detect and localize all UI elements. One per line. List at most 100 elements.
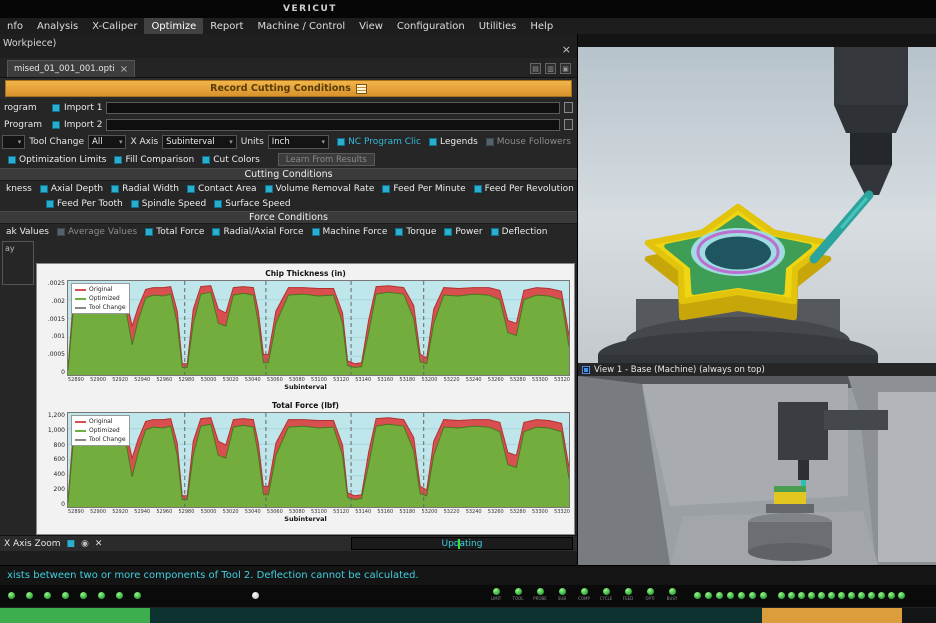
- machine-3d-view[interactable]: [578, 376, 936, 565]
- status-led: [705, 592, 712, 599]
- progress-segment-highlight: [762, 608, 902, 623]
- checkbox-surface-speed[interactable]: Surface Speed: [214, 198, 291, 209]
- checkbox-feed-per-minute[interactable]: Feed Per Minute: [382, 183, 466, 194]
- checkbox-axial-depth[interactable]: Axial Depth: [39, 184, 103, 194]
- close-icon[interactable]: ✕: [95, 539, 103, 549]
- chevron-down-icon: ▾: [321, 138, 326, 146]
- x-axis-dropdown[interactable]: Subinterval ▾: [162, 135, 237, 149]
- checkbox-legends[interactable]: Legends: [429, 137, 478, 147]
- pin-icon[interactable]: ▤: [530, 63, 541, 74]
- cutting-conditions-row-2: Feed Per Tooth Spindle Speed Surface Speed: [0, 196, 577, 211]
- checkbox-mouse-followers[interactable]: Mouse Followers: [485, 137, 571, 147]
- workpiece-3d-view[interactable]: [578, 47, 936, 363]
- close-icon[interactable]: ×: [562, 43, 571, 56]
- y-tick-label: 1,000: [47, 426, 65, 434]
- menu-help[interactable]: Help: [523, 18, 560, 34]
- menu-x-caliper[interactable]: X-Caliper: [85, 18, 144, 34]
- chevron-down-icon: ▾: [229, 138, 233, 146]
- menu-report[interactable]: Report: [203, 18, 250, 34]
- chart-title: Total Force (lbf): [272, 401, 339, 410]
- checkbox-total-force[interactable]: Total Force: [145, 227, 204, 237]
- checkbox-volume-removal-rate[interactable]: Volume Removal Rate: [264, 184, 374, 194]
- checkbox-radial-width[interactable]: Radial Width: [111, 184, 179, 194]
- settings-icon[interactable]: ▣: [560, 63, 571, 74]
- x-axis-label: X Axis: [130, 137, 159, 147]
- menu-optimize[interactable]: Optimize: [144, 18, 204, 34]
- checkbox-torque[interactable]: Torque: [395, 227, 436, 237]
- menu-utilities[interactable]: Utilities: [472, 18, 524, 34]
- tab-opti-file[interactable]: mised_01_001_001.opti ×: [7, 60, 136, 77]
- checked-box-icon: [111, 184, 120, 193]
- checkbox-label: Feed Per Minute: [393, 183, 466, 194]
- checkbox-average-values[interactable]: Average Values: [57, 227, 137, 237]
- checkbox-deflection[interactable]: Deflection: [490, 227, 547, 237]
- checkbox-radial-axial-force[interactable]: Radial/Axial Force: [212, 227, 304, 237]
- indicator-label: SUB: [557, 596, 567, 601]
- led-group-mid: [694, 592, 767, 599]
- units-dropdown[interactable]: Inch ▾: [267, 135, 330, 149]
- import2-input[interactable]: [106, 118, 560, 131]
- checkbox-label: Feed Per Tooth: [57, 198, 123, 209]
- tab-close-icon[interactable]: ×: [120, 64, 128, 75]
- chevron-down-icon: ▾: [17, 138, 22, 146]
- legend-label: Tool Change: [89, 436, 126, 443]
- status-led: [116, 592, 123, 599]
- legend-line-icon: [75, 420, 86, 423]
- checkbox-kness[interactable]: kness: [6, 184, 32, 194]
- checkbox-contact-area[interactable]: Contact Area: [186, 184, 257, 194]
- menu-view[interactable]: View: [352, 18, 390, 34]
- plot-area[interactable]: Original Optimized Tool Change: [67, 412, 570, 508]
- checkbox-feed-per-tooth[interactable]: Feed Per Tooth: [46, 199, 123, 209]
- panel-filler: [0, 551, 577, 565]
- checkbox-machine-force[interactable]: Machine Force: [311, 227, 387, 237]
- units-value: Inch: [271, 137, 290, 147]
- x-axis-title: Subinterval: [284, 383, 327, 391]
- menu-nfo[interactable]: nfo: [0, 18, 30, 34]
- status-led: [858, 592, 865, 599]
- checked-box-icon: [214, 199, 223, 208]
- import1-input[interactable]: [106, 101, 560, 114]
- mini-dropdown[interactable]: ▾: [2, 135, 26, 149]
- force-conditions-title: Force Conditions: [0, 211, 577, 224]
- learn-from-results-button[interactable]: Learn From Results: [277, 153, 375, 166]
- checkbox-cut-colors[interactable]: Cut Colors: [202, 155, 260, 165]
- checkbox-fill-comparison[interactable]: Fill Comparison: [114, 155, 194, 165]
- led-white-wrap: [252, 592, 259, 599]
- status-indicator-limit: LIMIT: [488, 588, 504, 601]
- status-led: [44, 592, 51, 599]
- tab-bar: mised_01_001_001.opti × ▤ ▥ ▣: [0, 58, 577, 78]
- status-led: [62, 592, 69, 599]
- menu-configuration[interactable]: Configuration: [390, 18, 472, 34]
- record-cutting-conditions-button[interactable]: Record Cutting Conditions: [5, 80, 572, 97]
- checkbox-spindle-speed[interactable]: Spindle Speed: [130, 199, 206, 209]
- menu-machine-control[interactable]: Machine / Control: [250, 18, 352, 34]
- view1-label-bar[interactable]: View 1 - Base (Machine) (always on top): [578, 363, 936, 376]
- status-led: [134, 592, 141, 599]
- status-indicator-feed: FEED: [620, 588, 636, 601]
- left-mini-panel: ay: [0, 241, 36, 535]
- file-icon[interactable]: [564, 119, 573, 130]
- plot-area[interactable]: Original Optimized Tool Change: [67, 280, 570, 376]
- checkbox-optimization-limits[interactable]: Optimization Limits: [8, 155, 106, 165]
- swatch-icon[interactable]: ■: [67, 539, 76, 549]
- checkbox-label: Power: [455, 226, 483, 237]
- chart-legend: Original Optimized Tool Change: [71, 283, 130, 314]
- checkbox-power[interactable]: Power: [444, 226, 483, 237]
- view1-checkbox-icon[interactable]: [582, 365, 590, 374]
- checkbox-ak-values[interactable]: ak Values: [6, 227, 49, 237]
- controls-checkboxes: NC Program Clic Legends Mouse Followers: [333, 137, 575, 147]
- target-icon[interactable]: ◉: [81, 539, 89, 549]
- tool-change-dropdown[interactable]: All ▾: [88, 135, 127, 149]
- import1-checkbox[interactable]: [52, 103, 60, 112]
- checkbox-nc-program-clic[interactable]: NC Program Clic: [337, 137, 421, 147]
- edit-icon[interactable]: ▥: [545, 63, 556, 74]
- import2-checkbox[interactable]: [52, 120, 60, 129]
- checkbox-feed-per-revolution[interactable]: Feed Per Revolution: [473, 184, 574, 194]
- menu-analysis[interactable]: Analysis: [30, 18, 85, 34]
- plot-svg: [68, 413, 569, 507]
- checkbox-label: Surface Speed: [225, 198, 291, 209]
- status-indicator-busy: BUSY: [664, 588, 680, 601]
- file-icon[interactable]: [564, 102, 573, 113]
- status-indicator-sub: SUB: [554, 588, 570, 601]
- status-led: [580, 588, 588, 595]
